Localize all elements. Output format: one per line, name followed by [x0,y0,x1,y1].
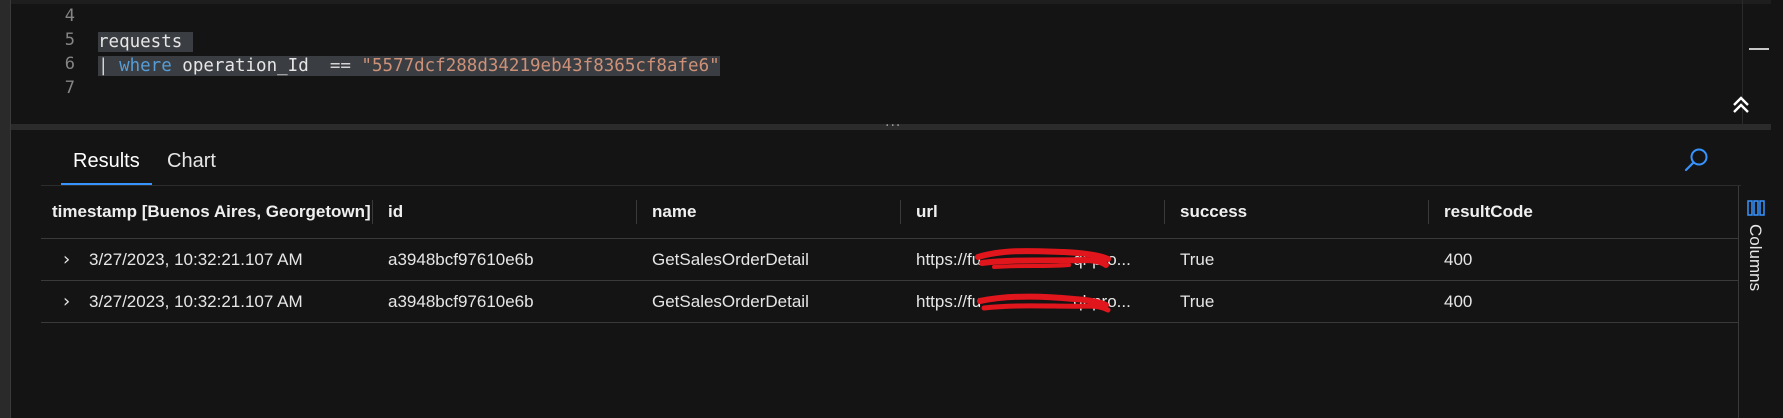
query-editor[interactable]: 4 5 6 7 requests | where operation_Id ==… [11,0,1771,124]
columns-label[interactable]: Columns [1745,224,1765,291]
search-button[interactable] [1683,146,1713,176]
cell-name: GetSalesOrderDetail [652,250,809,269]
cell-success: True [1180,292,1215,311]
cell-resultcode: 400 [1444,292,1473,311]
operator-token: == [329,56,351,76]
expand-row-chevron-icon[interactable]: › [63,281,81,322]
collapse-editor-button[interactable] [1728,94,1754,120]
field-token: operation_Id [171,56,330,76]
line-number: 5 [64,30,75,50]
line-number: 7 [64,78,75,98]
column-header-timestamp[interactable]: timestamp [Buenos Aires, Georgetown] [52,186,371,238]
column-separator[interactable] [1428,200,1429,224]
double-chevron-up-icon [1733,96,1749,113]
cell-id: a3948bcf97610e6b [388,292,534,311]
cell-success: True [1180,250,1215,269]
line-number: 4 [64,6,75,26]
url-prefix: https://fu [916,292,982,311]
column-header-id[interactable]: id [388,186,403,238]
tab-chart[interactable]: Chart [155,140,228,183]
table-row[interactable]: › 3/27/2023, 10:32:21.107 AM a3948bcf976… [41,281,1738,323]
code-line-5[interactable]: requests [98,30,193,54]
table-name-token: requests [98,32,183,52]
code-line-6[interactable]: | where operation_Id == "5577dcf288d3421… [98,54,720,78]
cell-id: a3948bcf97610e6b [388,250,534,269]
column-separator[interactable] [372,200,373,224]
search-icon [1684,148,1708,172]
cell-timestamp: 3/27/2023, 10:32:21.107 AM [89,250,303,269]
cell-resultcode: 400 [1444,250,1473,269]
cell-name: GetSalesOrderDetail [652,292,809,311]
string-literal-token: "5577dcf288d34219eb43f8365cf8afe6" [350,56,720,76]
column-header-url[interactable]: url [916,186,938,238]
left-edge-strip [0,0,11,418]
column-separator[interactable] [900,200,901,224]
table-row[interactable]: › 3/27/2023, 10:32:21.107 AM a3948bcf976… [41,239,1738,281]
tab-results[interactable]: Results [61,140,152,186]
column-header-resultcode[interactable]: resultCode [1444,186,1533,238]
url-prefix: https://fu [916,250,982,269]
column-separator[interactable] [636,200,637,224]
where-keyword-token: where [119,56,172,76]
cell-timestamp: 3/27/2023, 10:32:21.107 AM [89,292,303,311]
grid-header-row: timestamp [Buenos Aires, Georgetown] id … [41,186,1738,239]
column-header-success[interactable]: success [1180,186,1247,238]
line-number: 6 [64,54,75,74]
columns-icon [1747,200,1765,216]
expand-row-chevron-icon[interactable]: › [63,239,81,280]
results-panel: Results Chart timestamp [Buenos Aires, G… [11,130,1771,418]
scroll-position-marker [1749,48,1769,50]
redaction-scribble [975,248,1111,269]
pipe-token: | [98,56,120,76]
column-separator[interactable] [1164,200,1165,224]
editor-top-line [11,0,1771,4]
column-header-name[interactable]: name [652,186,696,238]
columns-side-panel-toggle[interactable]: Columns [1738,186,1772,418]
redaction-scribble [977,293,1111,313]
line-number-gutter: 4 5 6 7 [11,0,81,124]
